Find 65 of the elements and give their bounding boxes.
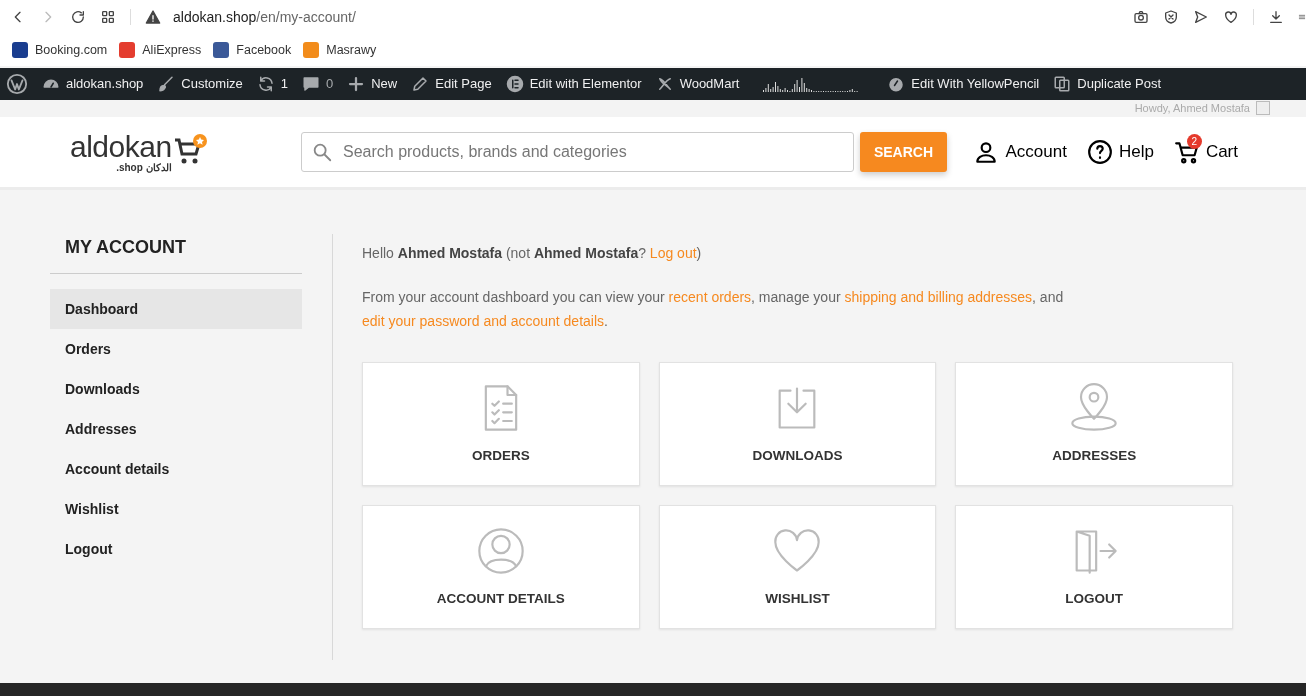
bookmark-link[interactable]: Booking.com bbox=[35, 40, 108, 60]
brush-icon bbox=[157, 75, 176, 93]
yellowpencil-icon bbox=[887, 75, 906, 93]
admin-bar-link[interactable]: Customize bbox=[181, 74, 243, 94]
dashboard-card[interactable]: ACCOUNT DETAILS bbox=[362, 505, 640, 629]
bookmark-link[interactable]: Facebook bbox=[236, 40, 292, 60]
download-icon[interactable] bbox=[1268, 9, 1284, 25]
camera-icon[interactable] bbox=[1133, 9, 1149, 25]
dashboard-card[interactable]: DOWNLOADS bbox=[658, 362, 937, 486]
admin-bar-link[interactable]: WoodMart bbox=[679, 74, 740, 94]
sidebar-nav-item[interactable]: Addresses bbox=[50, 409, 302, 449]
dashboard-card[interactable]: ADDRESSES bbox=[955, 362, 1233, 486]
greeting-paragraph: Hello Ahmed Mostafa (not Ahmed Mostafa? Log out) bbox=[362, 244, 703, 263]
card-label: WISHLIST bbox=[765, 589, 830, 608]
search-icon bbox=[311, 141, 333, 163]
comment-icon bbox=[302, 75, 320, 93]
logo-text[interactable]: aldokan bbox=[70, 131, 172, 162]
send-icon[interactable] bbox=[1193, 9, 1209, 25]
heart-icon[interactable] bbox=[1223, 9, 1239, 25]
logo-tagline: .shop الدكان bbox=[116, 161, 172, 173]
reload-icon[interactable] bbox=[70, 9, 86, 25]
admin-bar-link[interactable]: aldokan.shop bbox=[66, 74, 144, 94]
tabs-grid-icon[interactable] bbox=[100, 9, 116, 25]
cart-count-badge: 2 bbox=[1186, 134, 1202, 149]
sidebar-nav-item[interactable]: Orders bbox=[50, 329, 302, 369]
admin-bar-link[interactable]: Edit with Elementor bbox=[529, 74, 642, 94]
card-label: DOWNLOADS bbox=[752, 446, 843, 465]
admin-bar-link[interactable]: Edit With YellowPencil bbox=[911, 74, 1040, 94]
search-field[interactable]: Search products, brands and categories bbox=[301, 132, 854, 172]
address-bar[interactable]: aldokan.shop/en/my-account/ bbox=[173, 6, 356, 28]
warning-icon bbox=[145, 9, 161, 25]
header-link[interactable]: Help bbox=[1118, 139, 1154, 165]
refresh-icon bbox=[256, 75, 275, 93]
pencil-icon bbox=[411, 75, 430, 93]
admin-bar-link[interactable]: 1 bbox=[280, 74, 288, 94]
help-icon[interactable] bbox=[1086, 139, 1113, 165]
wordpress-logo-icon[interactable] bbox=[6, 73, 28, 95]
sidebar-nav-item[interactable]: Downloads bbox=[50, 369, 302, 409]
card-label: ORDERS bbox=[471, 446, 530, 465]
bookmark-link[interactable]: Masrawy bbox=[326, 40, 377, 60]
admin-bar-link[interactable]: Edit Page bbox=[435, 74, 492, 94]
header-link[interactable]: Account bbox=[1005, 139, 1067, 165]
sidebar-nav-item[interactable]: Dashboard bbox=[50, 289, 302, 329]
header-link[interactable]: Cart bbox=[1205, 139, 1238, 165]
bookmark-link[interactable]: AliExpress bbox=[142, 40, 202, 60]
dashboard-card[interactable]: WISHLIST bbox=[658, 505, 937, 629]
sidebar-title: MY ACCOUNT bbox=[50, 234, 302, 274]
duplicate-icon bbox=[1053, 75, 1072, 93]
cart-icon[interactable] bbox=[1173, 139, 1200, 165]
sidebar-nav-item[interactable]: Account details bbox=[50, 449, 302, 489]
cart-logo-icon bbox=[173, 133, 208, 166]
sidebar-nav-item[interactable]: Wishlist bbox=[50, 489, 302, 529]
dashboard-card[interactable]: LOGOUT bbox=[955, 505, 1233, 629]
admin-bar-link[interactable]: Duplicate Post bbox=[1077, 74, 1162, 94]
card-label: ADDRESSES bbox=[1052, 446, 1137, 465]
elementor-icon bbox=[505, 75, 524, 93]
card-label: ACCOUNT DETAILS bbox=[436, 589, 565, 608]
admin-bar-link[interactable]: 0 bbox=[326, 74, 334, 94]
intro-paragraph: From your account dashboard you can view your recent orders, manage your shipping and billing addresses, and edit your password and account details. bbox=[362, 288, 1065, 331]
admin-bar-link[interactable]: New bbox=[371, 74, 398, 94]
plus-icon bbox=[347, 75, 366, 93]
sidebar-nav-item[interactable]: Logout bbox=[50, 529, 302, 569]
card-label: LOGOUT bbox=[1065, 589, 1124, 608]
shield-icon[interactable] bbox=[1163, 9, 1179, 25]
dashboard-card[interactable]: ORDERS bbox=[362, 362, 640, 486]
